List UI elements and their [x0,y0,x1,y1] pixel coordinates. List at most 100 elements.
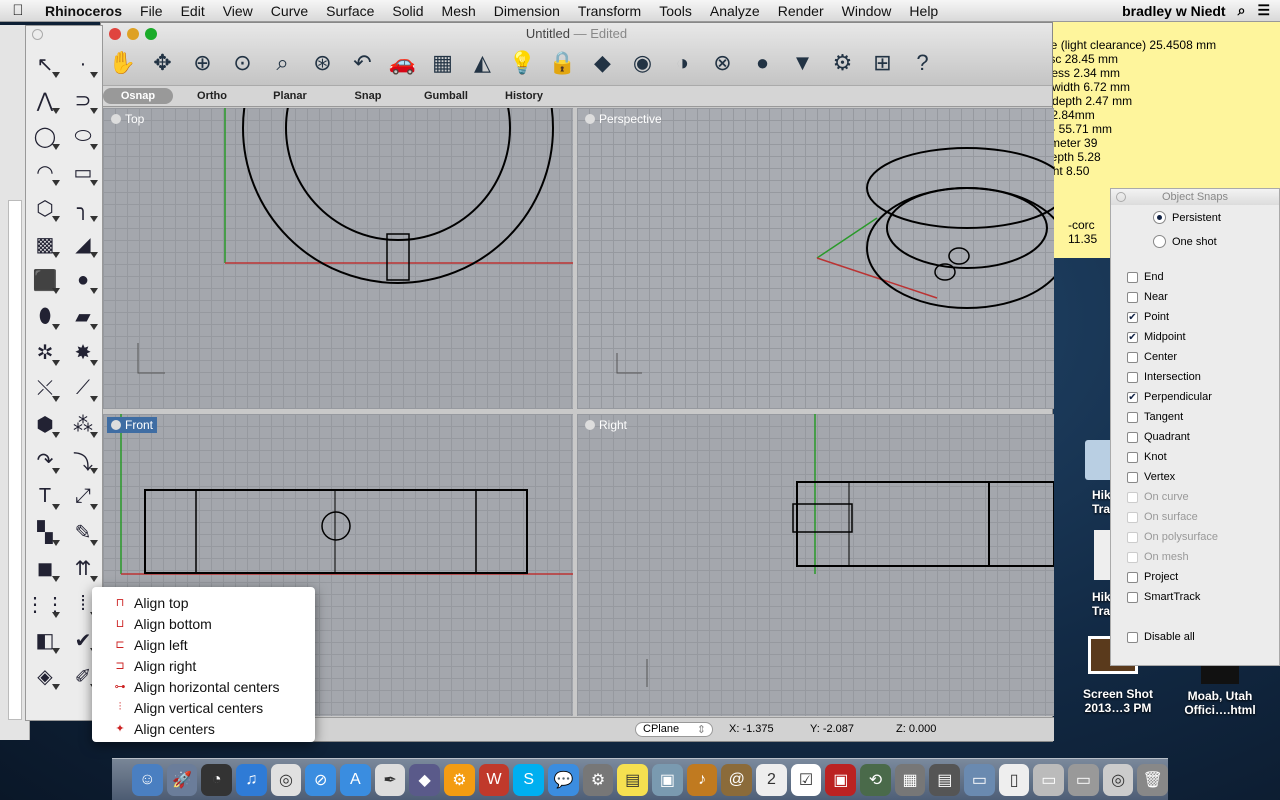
calendar-icon[interactable]: 2 [756,763,787,796]
checkbox[interactable] [1127,591,1138,603]
checkbox[interactable] [1127,531,1138,543]
checkbox[interactable] [1127,511,1138,523]
system-preferences-icon[interactable]: ⚙ [582,763,614,796]
undo-view-icon[interactable]: ↶ [347,47,378,78]
menu-window[interactable]: Window [833,3,901,19]
rotate-view-icon[interactable]: ✥ [147,47,178,78]
polygon-icon[interactable]: ⬡ [26,190,64,226]
rectangle-icon[interactable]: ▭ [64,154,102,190]
time-machine-icon[interactable]: ⟲ [860,763,891,796]
menu-help[interactable]: Help [900,3,947,19]
ellipse-icon[interactable]: ⬭ [64,118,102,154]
mode-osnap[interactable]: Osnap [103,88,173,104]
snap-midpoint[interactable]: ✔ Midpoint [1127,331,1186,343]
lock-icon[interactable]: 🔒 [547,47,578,78]
surface-icon[interactable]: ▩ [26,226,64,262]
cylinder-icon[interactable]: ⬮ [26,298,64,334]
curve-tools-icon[interactable]: ⤵ [64,442,102,478]
downloads-folder-icon[interactable]: ▭ [964,763,995,796]
trim-icon[interactable]: ⤬ [26,370,64,406]
checkbox[interactable] [1127,551,1138,563]
quill-icon[interactable]: ✒ [374,763,406,796]
menu-item-align-vertical-centers[interactable]: ⫶ Align vertical centers [92,697,315,718]
menu-mesh[interactable]: Mesh [433,3,485,19]
menu-item-align-left[interactable]: ⊏ Align left [92,634,315,655]
app-store-icon[interactable]: A [340,763,371,796]
zoom-in-out-icon[interactable]: ⊕ [187,47,218,78]
menu-file[interactable]: File [131,3,172,19]
checkbox[interactable] [1127,491,1138,503]
offset-icon[interactable]: ↷ [26,442,64,478]
viewport-top[interactable]: Top [103,108,573,409]
zoom-extents-icon[interactable]: ⌕ [267,47,298,78]
viewport-label-top[interactable]: Top [107,111,148,127]
snap-project[interactable]: Project [1127,571,1178,583]
menu-dimension[interactable]: Dimension [485,3,569,19]
checkbox[interactable] [1127,291,1138,303]
checkbox[interactable] [1127,371,1138,383]
group-icon[interactable]: ⁂ [64,406,102,442]
grid-array-icon[interactable]: ⋮⋮ [25,586,65,622]
list-icon[interactable]: ☰ [1257,2,1270,19]
checkbox[interactable] [1127,451,1138,463]
checkbox[interactable] [1127,471,1138,483]
viewport-perspective[interactable]: Perspective [577,108,1054,409]
light-bulb-icon[interactable]: 💡 [507,47,538,78]
polyline-icon[interactable]: ⋀ [26,82,64,118]
rhino-icon[interactable]: ◆ [409,763,441,796]
checkbox[interactable]: ✔ [1127,311,1138,323]
patch-icon[interactable]: ▰ [64,298,102,334]
snap-near[interactable]: Near [1127,291,1168,303]
array-icon[interactable]: ▚ [26,514,64,550]
finder-icon[interactable]: ☺ [132,763,163,796]
viewport-label-perspective[interactable]: Perspective [581,111,666,127]
sphere-icon[interactable]: ● [64,262,102,298]
dashboard-icon[interactable]: ◔ [201,763,233,796]
object-properties-icon[interactable]: ◭ [467,47,498,78]
photo-booth-icon[interactable]: ▣ [825,763,857,796]
document-icon[interactable]: ▯ [998,763,1030,796]
chrome-window-icon[interactable]: ◎ [1102,763,1134,796]
render-cone-icon[interactable]: ▼ [787,47,818,78]
snap-on-mesh[interactable]: On mesh [1127,551,1189,563]
menu-view[interactable]: View [214,3,262,19]
trash-icon[interactable]: 🗑 [1137,763,1169,796]
wireframe-sphere-icon[interactable]: ⊗ [707,47,738,78]
snap-on-curve[interactable]: On curve [1127,491,1189,503]
screen-icon[interactable]: ▭ [1068,763,1099,796]
menu-app[interactable]: Rhinoceros [36,3,131,19]
preview-icon[interactable]: ▦ [894,763,926,796]
menu-render[interactable]: Render [769,3,833,19]
radio-button[interactable] [1153,211,1166,224]
radio-button[interactable] [1153,235,1166,248]
mode-planar[interactable]: Planar [251,90,329,102]
snap-on-surface[interactable]: On surface [1127,511,1198,523]
car-icon[interactable]: 🚗 [387,47,418,78]
snap-mode-one-shot[interactable]: One shot [1153,235,1217,248]
zoom-selected-icon[interactable]: ⊛ [307,47,338,78]
cube-icon[interactable]: ◈ [26,658,64,694]
snap-perpendicular[interactable]: ✔ Perpendicular [1127,391,1212,403]
checkbox[interactable] [1127,411,1138,423]
render-sphere-icon[interactable]: ● [747,47,778,78]
snap-center[interactable]: Center [1127,351,1177,363]
viewport-right[interactable]: Right [577,414,1054,716]
checkbox[interactable] [1127,351,1138,363]
panel-close-button[interactable] [1116,192,1126,202]
menu-item-align-horizontal-centers[interactable]: ⊶ Align horizontal centers [92,676,315,697]
snap-end[interactable]: End [1127,271,1164,283]
loft-icon[interactable]: ◢ [64,226,102,262]
select-arrow-icon[interactable]: ↖ [26,46,64,82]
hierarchy-icon[interactable]: ⊞ [867,47,898,78]
safari-icon[interactable]: ⊘ [305,763,337,796]
mode-snap[interactable]: Snap [329,90,407,102]
apple-menu-icon[interactable]:  [0,2,36,19]
garageband-icon[interactable]: ♪ [686,763,718,796]
snap-tangent[interactable]: Tangent [1127,411,1183,423]
snap-vertex[interactable]: Vertex [1127,471,1175,483]
palette-close-button[interactable] [32,29,43,40]
layers-icon[interactable]: ◆ [587,47,618,78]
checkbox[interactable] [1127,271,1138,283]
stickies-icon[interactable]: ▤ [617,763,649,796]
point-icon[interactable]: · [64,46,102,82]
